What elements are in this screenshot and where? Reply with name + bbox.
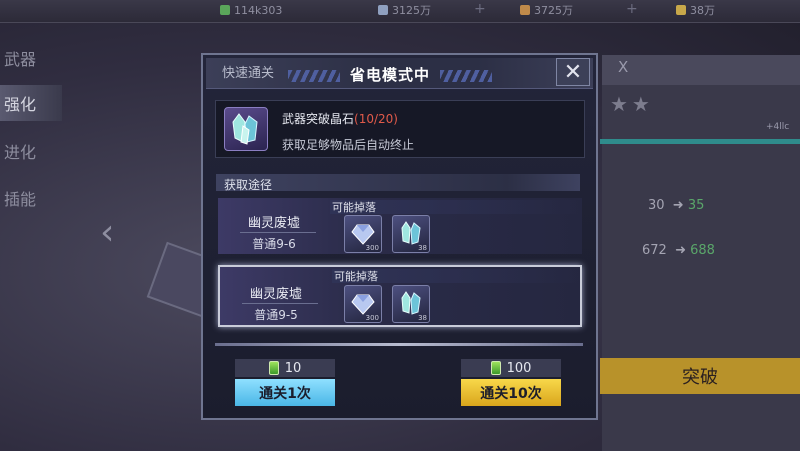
- route-name: 幽灵废墟: [249, 287, 302, 302]
- progress-bar: [600, 139, 800, 144]
- resource-crystal: 3125万: [378, 2, 431, 18]
- resource-stamina: 114k303: [220, 2, 282, 18]
- chest-icon: [676, 5, 686, 15]
- header-stripes-left: [288, 70, 340, 82]
- stat-row-2: 672 ➜ 688: [642, 243, 715, 258]
- item-name: 武器突破晶石(10/20): [282, 112, 398, 126]
- drop-slot[interactable]: 300: [344, 285, 382, 323]
- resource-coin: 3725万: [520, 2, 573, 18]
- dialog-title: 省电模式中: [349, 66, 430, 84]
- stat-row-1: 30 ➜ 35: [648, 198, 705, 213]
- list-scrollbar[interactable]: [215, 343, 583, 346]
- previous-weapon-arrow-icon[interactable]: ‹: [100, 212, 114, 253]
- route-row-selected[interactable]: 幽灵废墟 普通9-5 可能掉落 300 38: [218, 265, 582, 327]
- clear-10x-button[interactable]: 通关10次: [461, 379, 561, 406]
- coin-icon: [520, 5, 530, 15]
- drop-label: 可能掉落: [334, 270, 378, 283]
- item-description: 获取足够物品后自动终止: [282, 138, 415, 152]
- drop-label: 可能掉落: [332, 201, 376, 214]
- header-stripes-right: [440, 70, 492, 82]
- weapon-name-fragment: X: [618, 58, 629, 76]
- battery-icon: [490, 361, 501, 375]
- drop-slot[interactable]: 38: [392, 285, 430, 323]
- section-label: 获取途径: [224, 178, 273, 192]
- star-rating: ★★: [610, 92, 654, 116]
- close-icon: ✕: [563, 59, 583, 85]
- gem-icon: [351, 224, 375, 245]
- side-tab-plugin[interactable]: 插能: [0, 180, 62, 216]
- add-crystal-button[interactable]: +: [474, 1, 486, 17]
- gem-icon: [378, 5, 388, 15]
- item-count: (10/20): [354, 112, 398, 126]
- battery-icon: [220, 5, 230, 15]
- break-button[interactable]: 突破: [600, 358, 800, 394]
- drop-slot[interactable]: 38: [392, 215, 430, 253]
- route-row[interactable]: 幽灵废墟 普通9-6 可能掉落 300 38: [218, 198, 582, 254]
- quick-clear-label: 快速通关: [222, 66, 275, 81]
- side-tab-evolve[interactable]: 进化: [0, 133, 62, 169]
- route-stage: 普通9-6: [252, 237, 296, 251]
- add-coin-button[interactable]: +: [626, 1, 638, 17]
- battery-icon: [268, 361, 279, 375]
- cost-10x: 100: [461, 359, 561, 377]
- side-tab-enhance[interactable]: 强化: [0, 85, 62, 121]
- level-label: +4llc: [766, 122, 790, 132]
- close-button[interactable]: ✕: [556, 58, 590, 86]
- crystal-icon[interactable]: [224, 107, 268, 151]
- route-stage: 普通9-5: [254, 308, 298, 322]
- resource-gold: 38万: [676, 2, 715, 18]
- side-tab-weapon[interactable]: 武器: [0, 40, 62, 76]
- route-name: 幽灵废墟: [247, 216, 300, 231]
- drop-slot[interactable]: 300: [344, 215, 382, 253]
- gem-icon: [351, 294, 375, 315]
- cost-1x: 10: [235, 359, 335, 377]
- clear-1x-button[interactable]: 通关1次: [235, 379, 335, 406]
